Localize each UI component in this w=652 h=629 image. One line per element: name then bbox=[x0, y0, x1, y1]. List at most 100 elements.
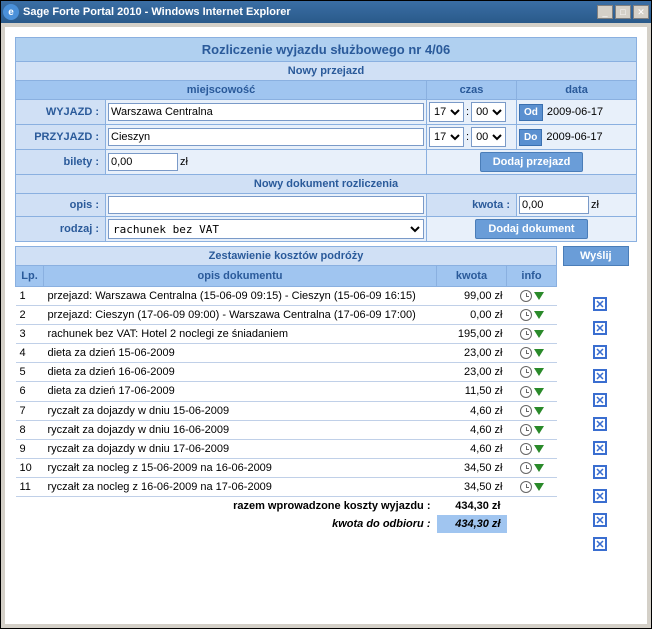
clock-icon[interactable] bbox=[520, 366, 532, 378]
kwota-label: kwota : bbox=[427, 194, 517, 217]
delete-icon[interactable]: ✕ bbox=[593, 465, 607, 479]
col-data: data bbox=[517, 81, 637, 100]
kwota-unit: zł bbox=[591, 199, 599, 211]
row-kwota: 11,50 zł bbox=[437, 382, 507, 401]
wyjazd-label: WYJAZD : bbox=[16, 100, 106, 125]
edit-icon[interactable] bbox=[534, 349, 544, 357]
wyjazd-min-select[interactable]: 00 bbox=[471, 102, 506, 122]
delete-icon[interactable]: ✕ bbox=[593, 369, 607, 383]
clock-icon[interactable] bbox=[520, 386, 532, 398]
row-kwota: 4,60 zł bbox=[437, 401, 507, 420]
table-row: 10ryczałt za nocleg z 15-06-2009 na 16-0… bbox=[16, 458, 557, 477]
add-travel-button[interactable]: Dodaj przejazd bbox=[480, 152, 584, 172]
row-kwota: 23,00 zł bbox=[437, 363, 507, 382]
delete-icon[interactable]: ✕ bbox=[593, 417, 607, 431]
wyjazd-date: 2009-06-17 bbox=[545, 106, 603, 118]
totals-razem-label: razem wprowadzone koszty wyjazdu : bbox=[16, 497, 437, 516]
edit-icon[interactable] bbox=[534, 330, 544, 338]
totals-odbior-label: kwota do odbioru : bbox=[332, 518, 430, 530]
row-desc: rachunek bez VAT: Hotel 2 noclegi ze śni… bbox=[44, 325, 437, 344]
row-kwota: 99,00 zł bbox=[437, 287, 507, 306]
send-button[interactable]: Wyślij bbox=[563, 246, 629, 266]
delete-icon[interactable]: ✕ bbox=[593, 489, 607, 503]
col-czas: czas bbox=[427, 81, 517, 100]
page-content: Rozliczenie wyjazdu służbowego nr 4/06 N… bbox=[5, 27, 647, 624]
do-button[interactable]: Do bbox=[519, 129, 542, 146]
row-lp: 2 bbox=[16, 306, 44, 325]
titlebar: e Sage Forte Portal 2010 - Windows Inter… bbox=[1, 1, 651, 23]
clock-icon[interactable] bbox=[520, 462, 532, 474]
add-doc-button[interactable]: Dodaj dokument bbox=[475, 219, 587, 239]
table-row: 5dieta za dzień 16-06-200923,00 zł bbox=[16, 363, 557, 382]
clock-icon[interactable] bbox=[520, 481, 532, 493]
edit-icon[interactable] bbox=[534, 483, 544, 491]
clock-icon[interactable] bbox=[520, 424, 532, 436]
row-desc: dieta za dzień 15-06-2009 bbox=[44, 344, 437, 363]
delete-icon[interactable]: ✕ bbox=[593, 513, 607, 527]
row-lp: 9 bbox=[16, 439, 44, 458]
rodzaj-select[interactable]: rachunek bez VAT bbox=[108, 219, 424, 239]
row-lp: 4 bbox=[16, 344, 44, 363]
row-kwota: 23,00 zł bbox=[437, 344, 507, 363]
od-button[interactable]: Od bbox=[519, 104, 543, 121]
delete-icon[interactable]: ✕ bbox=[593, 345, 607, 359]
row-kwota: 34,50 zł bbox=[437, 477, 507, 496]
clock-icon[interactable] bbox=[520, 405, 532, 417]
rodzaj-label: rodzaj : bbox=[16, 217, 106, 242]
row-desc: przejazd: Warszawa Centralna (15-06-09 0… bbox=[44, 287, 437, 306]
wyjazd-hour-select[interactable]: 17 bbox=[429, 102, 464, 122]
table-row: 11ryczałt za nocleg z 16-06-2009 na 17-0… bbox=[16, 477, 557, 496]
table-row: 8ryczałt za dojazdy w dniu 16-06-20094,6… bbox=[16, 420, 557, 439]
opis-input[interactable] bbox=[108, 196, 424, 214]
table-row: 4dieta za dzień 15-06-200923,00 zł bbox=[16, 344, 557, 363]
table-row: 2przejazd: Cieszyn (17-06-09 09:00) - Wa… bbox=[16, 306, 557, 325]
col-kwota: kwota bbox=[437, 266, 507, 287]
row-desc: dieta za dzień 17-06-2009 bbox=[44, 382, 437, 401]
row-desc: ryczałt za dojazdy w dniu 15-06-2009 bbox=[44, 401, 437, 420]
wyjazd-place-input[interactable] bbox=[108, 103, 424, 121]
delete-icon[interactable]: ✕ bbox=[593, 393, 607, 407]
przyjazd-date: 2009-06-17 bbox=[544, 131, 602, 143]
table-row: 9ryczałt za dojazdy w dniu 17-06-20094,6… bbox=[16, 439, 557, 458]
row-desc: ryczałt za nocleg z 15-06-2009 na 16-06-… bbox=[44, 458, 437, 477]
row-desc: ryczałt za nocleg z 16-06-2009 na 17-06-… bbox=[44, 477, 437, 496]
row-lp: 5 bbox=[16, 363, 44, 382]
opis-label: opis : bbox=[16, 194, 106, 217]
row-desc: ryczałt za dojazdy w dniu 17-06-2009 bbox=[44, 439, 437, 458]
totals-razem-value: 434,30 zł bbox=[437, 497, 507, 516]
delete-icon[interactable]: ✕ bbox=[593, 297, 607, 311]
row-desc: przejazd: Cieszyn (17-06-09 09:00) - War… bbox=[44, 306, 437, 325]
delete-icon[interactable]: ✕ bbox=[593, 441, 607, 455]
przyjazd-hour-select[interactable]: 17 bbox=[429, 127, 464, 147]
edit-icon[interactable] bbox=[534, 368, 544, 376]
przyjazd-min-select[interactable]: 00 bbox=[471, 127, 506, 147]
clock-icon[interactable] bbox=[520, 328, 532, 340]
edit-icon[interactable] bbox=[534, 407, 544, 415]
edit-icon[interactable] bbox=[534, 311, 544, 319]
list-title: Zestawienie kosztów podróży bbox=[16, 247, 557, 266]
table-row: 1przejazd: Warszawa Centralna (15-06-09 … bbox=[16, 287, 557, 306]
edit-icon[interactable] bbox=[534, 388, 544, 396]
clock-icon[interactable] bbox=[520, 443, 532, 455]
edit-icon[interactable] bbox=[534, 445, 544, 453]
bilety-input[interactable] bbox=[108, 153, 178, 171]
delete-icon[interactable]: ✕ bbox=[593, 537, 607, 551]
maximize-button[interactable]: □ bbox=[615, 5, 631, 19]
edit-icon[interactable] bbox=[534, 464, 544, 472]
edit-icon[interactable] bbox=[534, 292, 544, 300]
travel-section-header: Nowy przejazd bbox=[16, 62, 637, 81]
close-button[interactable]: ✕ bbox=[633, 5, 649, 19]
page-title: Rozliczenie wyjazdu służbowego nr 4/06 bbox=[16, 38, 637, 62]
clock-icon[interactable] bbox=[520, 347, 532, 359]
minimize-button[interactable]: _ bbox=[597, 5, 613, 19]
edit-icon[interactable] bbox=[534, 426, 544, 434]
table-row: 6dieta za dzień 17-06-200911,50 zł bbox=[16, 382, 557, 401]
row-kwota: 4,60 zł bbox=[437, 420, 507, 439]
przyjazd-place-input[interactable] bbox=[108, 128, 424, 146]
row-kwota: 0,00 zł bbox=[437, 306, 507, 325]
row-lp: 3 bbox=[16, 325, 44, 344]
clock-icon[interactable] bbox=[520, 309, 532, 321]
clock-icon[interactable] bbox=[520, 290, 532, 302]
delete-icon[interactable]: ✕ bbox=[593, 321, 607, 335]
kwota-input[interactable] bbox=[519, 196, 589, 214]
